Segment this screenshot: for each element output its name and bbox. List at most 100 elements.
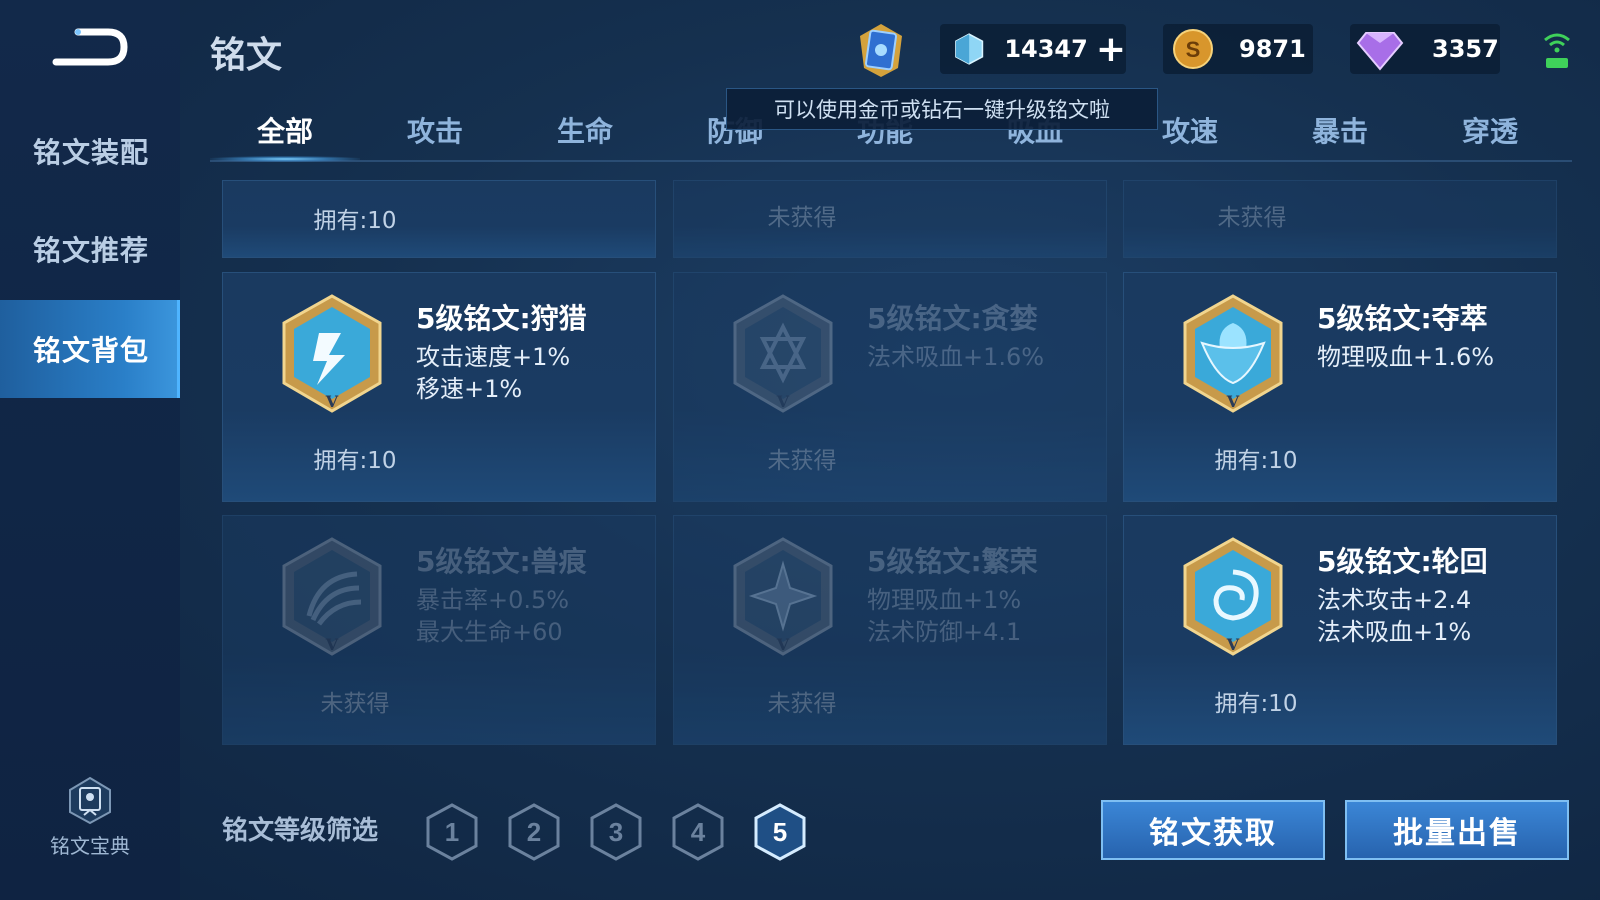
tab-label: 全部 [256,115,313,148]
obtain-inscription-button[interactable]: 铭文获取 [1101,800,1325,860]
tab-active-indicator [210,156,360,162]
bulk-sell-button[interactable]: 批量出售 [1345,800,1569,860]
level-filter-label-2: 2 [527,817,541,847]
page-title: 铭文 [210,35,283,76]
inscription-name: 5级铭文:狩猎 [416,302,587,335]
inscription-stat: 法术吸血+1% [1317,618,1472,646]
level-filter-label-1: 1 [445,817,459,847]
inscription-card-partial[interactable]: 拥有:10 [222,180,656,258]
hunt-inscription-icon: V [282,294,382,413]
tab-label: 穿透 [1461,115,1518,148]
gold-value: 9871 [1239,35,1306,63]
upgrade-tooltip: 可以使用金币或钻石一键升级铭文啦 [726,88,1158,130]
wifi-icon [1544,33,1570,68]
tab-label: 攻速 [1161,115,1218,148]
sidebar-item-equip[interactable]: 铭文装配 [0,102,180,200]
level-filter-label-5: 5 [773,817,787,847]
inscription-card-partial[interactable]: 未获得 [1123,180,1557,258]
tab-penetration[interactable]: 穿透 [1420,110,1560,150]
level-filter-label-3: 3 [609,817,623,847]
inscription-card-beast-mark[interactable]: V 5级铭文:兽痕 暴击率+0.5% 最大生命+60 未获得 [222,515,656,745]
tab-critical[interactable]: 暴击 [1270,110,1410,150]
codex-icon [69,776,111,825]
svg-text:S: S [1186,37,1201,62]
svg-text:V: V [776,635,790,654]
inscription-name: 5级铭文:兽痕 [416,545,587,578]
inscription-stat: 移速+1% [416,375,523,403]
owned-count: 未获得 [767,691,837,717]
wifi-battery-status [1542,30,1572,72]
gem-resource: 14347 + [940,24,1126,74]
svg-text:V: V [1226,392,1240,411]
svg-text:V: V [1226,635,1240,654]
inscription-stat: 物理吸血+1.6% [1317,343,1495,371]
back-arrow-icon [52,28,128,66]
crystal-icon [955,33,984,65]
owned-count: 拥有:10 [1214,448,1298,474]
diamond-value: 3357 [1432,35,1499,63]
tab-label: 暴击 [1311,115,1368,148]
sidebar: 铭文装配 铭文推荐 铭文背包 铭文宝典 [0,0,180,900]
level-filter-4[interactable]: 4 [670,802,726,862]
tab-life[interactable]: 生命 [515,110,655,150]
tab-divider [210,160,1572,162]
inscription-card-hunt[interactable]: V 5级铭文:狩猎 攻击速度+1% 移速+1% 拥有:10 [222,272,656,502]
diamond-icon [1356,32,1404,71]
tab-label: 生命 [556,115,613,148]
reincarnation-inscription-icon: V [1183,537,1283,656]
back-button[interactable] [50,22,130,72]
inscription-card-button[interactable] [850,22,912,78]
level-filter-1[interactable]: 1 [424,802,480,862]
inscription-name: 5级铭文:繁荣 [867,545,1038,578]
inscription-stat: 法术攻击+2.4 [1317,586,1472,614]
level-filter-3[interactable]: 3 [588,802,644,862]
diamond-resource: 3357 [1350,24,1500,74]
owned-count: 未获得 [767,448,837,474]
sidebar-item-recommend[interactable]: 铭文推荐 [0,200,180,298]
owned-count: 未获得 [1217,205,1287,231]
inscription-stat: 暴击率+0.5% [416,586,570,614]
inscription-stat: 最大生命+60 [416,618,563,646]
tab-all[interactable]: 全部 [215,110,355,150]
owned-count: 拥有:10 [313,448,397,474]
greed-inscription-icon: V [733,294,833,413]
owned-count: 拥有:10 [1214,691,1298,717]
inscription-stat: 攻击速度+1% [416,343,571,371]
bulk-sell-label: 批量出售 [1393,816,1521,851]
owned-count: 未获得 [320,691,390,717]
codex-button[interactable]: 铭文宝典 [40,775,140,859]
inscription-card-icon [860,24,902,77]
sidebar-item-label: 铭文推荐 [33,234,150,267]
inscription-card-reincarnation[interactable]: V 5级铭文:轮回 法术攻击+2.4 法术吸血+1% 拥有:10 [1123,515,1557,745]
inscription-card-plunder[interactable]: V 5级铭文:夺萃 物理吸血+1.6% 拥有:10 [1123,272,1557,502]
owned-count: 未获得 [767,205,837,231]
gold-coin-icon: S [1173,29,1213,69]
inscription-name: 5级铭文:轮回 [1317,545,1488,578]
add-gem-icon[interactable]: + [1096,29,1126,70]
inscription-name: 5级铭文:贪婪 [867,302,1038,335]
tab-label: 攻击 [406,115,463,148]
svg-text:V: V [776,392,790,411]
inscription-card-prosperity[interactable]: V 5级铭文:繁荣 物理吸血+1% 法术防御+4.1 未获得 [673,515,1107,745]
inscription-card-greed[interactable]: V 5级铭文:贪婪 法术吸血+1.6% 未获得 [673,272,1107,502]
level-filter-5[interactable]: 5 [752,802,808,862]
level-filter-2[interactable]: 2 [506,802,562,862]
plunder-inscription-icon: V [1183,294,1283,413]
gold-resource: S 9871 [1163,24,1313,74]
level-filter-label-4: 4 [691,817,706,847]
owned-count: 拥有:10 [313,208,397,234]
inscription-stat: 法术吸血+1.6% [867,343,1045,371]
inscription-stat: 物理吸血+1% [867,586,1022,614]
inscription-name: 5级铭文:夺萃 [1317,302,1488,335]
level-filter-label: 铭文等级筛选 [222,816,379,846]
prosperity-inscription-icon: V [733,537,833,656]
inscription-card-partial[interactable]: 未获得 [673,180,1107,258]
gem-value: 14347 [1004,35,1088,63]
svg-text:V: V [325,635,339,654]
codex-label: 铭文宝典 [50,834,130,858]
sidebar-item-backpack[interactable]: 铭文背包 [0,300,180,398]
sidebar-item-label: 铭文背包 [33,334,150,367]
svg-text:V: V [325,392,339,411]
beast-mark-inscription-icon: V [282,537,382,656]
tab-attack[interactable]: 攻击 [365,110,505,150]
